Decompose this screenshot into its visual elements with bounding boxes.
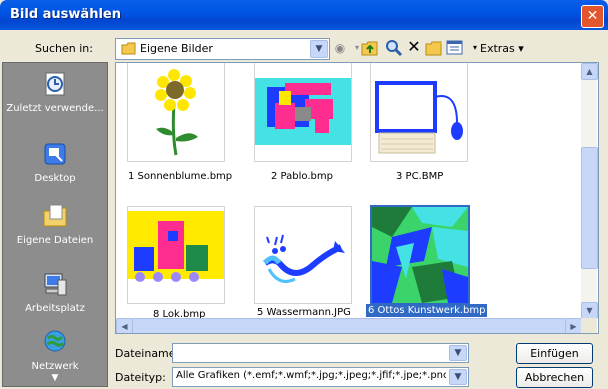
vertical-scrollbar[interactable]: ▲ ▼ [581,63,598,319]
dialog-window: Bild auswählen ✕ Suchen in: Eigene Bilde… [0,0,608,389]
chevron-down-icon[interactable]: ▼ [449,369,467,385]
filename-input[interactable]: ▼ [172,343,469,363]
place-label-my-documents: Eigene Dateien [16,235,94,246]
file-thumb-sunflower[interactable] [127,63,225,162]
views-icon[interactable] [446,39,464,57]
filename-label: Dateiname: [115,347,180,360]
place-label-network: Netzwerk [31,361,79,372]
file-list[interactable]: 1 Sonnenblume.bmp 2 Pablo.bmp 3 PC.BMP 8… [115,62,599,334]
place-label-desktop: Desktop [34,173,76,184]
desktop-icon [44,143,66,165]
close-button[interactable]: ✕ [581,5,604,28]
delete-icon[interactable]: ✕ [405,38,423,56]
cancel-button[interactable]: Abbrechen [516,367,593,388]
my-documents-icon [43,204,67,227]
title-bar[interactable]: Bild auswählen ✕ [0,0,608,30]
lok-image [128,211,224,282]
new-folder-icon[interactable] [425,39,443,57]
network-icon [44,330,66,352]
horizontal-scrollbar[interactable]: ◀ ▶ [116,318,582,333]
file-name[interactable]: 3 PC.BMP [396,171,443,182]
insert-button[interactable]: Einfügen [516,343,593,364]
file-thumb-lok[interactable] [127,206,225,304]
places-bar: Zuletzt verwende... Desktop Eigene Datei… [2,62,108,387]
place-label-my-computer: Arbeitsplatz [25,303,85,314]
scroll-left-icon[interactable]: ◀ [116,318,133,333]
horizontal-scroll-thumb[interactable] [132,318,566,333]
sunflower-image [155,69,198,156]
chevron-down-icon[interactable]: ▼ [310,40,328,58]
lookin-value: Eigene Bilder [140,42,213,55]
place-label-recent: Zuletzt verwende... [6,103,104,114]
pc-image [375,81,463,154]
file-thumb-pc[interactable] [370,63,468,162]
ottos-kunstwerk-image [372,207,468,303]
scroll-up-icon[interactable]: ▲ [581,63,598,80]
scroll-down-icon[interactable]: ▼ [581,302,598,319]
lookin-label: Suchen in: [35,42,93,55]
file-name[interactable]: 5 Wassermann.JPG [257,307,351,318]
extras-label: Extras [480,42,515,55]
scroll-down-icon[interactable]: ▼ [5,373,105,383]
pablo-image [255,78,351,145]
filetype-label: Dateityp: [115,371,166,384]
search-web-icon[interactable] [385,39,403,57]
my-computer-icon [44,273,67,296]
file-name-selected[interactable]: 6 Ottos Kunstwerk.bmp [366,304,488,317]
place-my-documents[interactable]: Eigene Dateien [5,203,105,246]
up-folder-icon[interactable] [361,39,379,57]
file-name[interactable]: 1 Sonnenblume.bmp [128,171,232,182]
file-thumb-pablo[interactable] [254,63,352,162]
filetype-value: Alle Grafiken (*.emf;*.wmf;*.jpg;*.jpeg;… [176,370,446,381]
place-recent[interactable]: Zuletzt verwende... [5,71,105,114]
extras-menu[interactable]: Extras ▾ [480,42,524,55]
vertical-scroll-thumb[interactable] [581,147,598,269]
file-name[interactable]: 2 Pablo.bmp [271,171,333,182]
place-desktop[interactable]: Desktop [5,141,105,184]
dialog-title: Bild auswählen [10,7,121,22]
recent-icon [45,72,65,96]
place-network[interactable]: Netzwerk ▼ [5,329,105,383]
filetype-select[interactable]: Alle Grafiken (*.emf;*.wmf;*.jpg;*.jpeg;… [172,367,469,387]
lookin-combo[interactable]: Eigene Bilder ▼ [115,38,330,60]
scroll-corner [581,318,597,333]
scroll-right-icon[interactable]: ▶ [565,318,582,333]
file-thumb-ottos-kunstwerk[interactable] [370,205,470,305]
place-my-computer[interactable]: Arbeitsplatz [5,271,105,314]
file-thumb-wassermann[interactable] [254,206,352,304]
wassermann-image [263,234,345,283]
folder-icon [121,42,136,55]
back-icon[interactable]: ◉ [331,39,349,57]
chevron-down-icon[interactable]: ▼ [449,345,467,361]
